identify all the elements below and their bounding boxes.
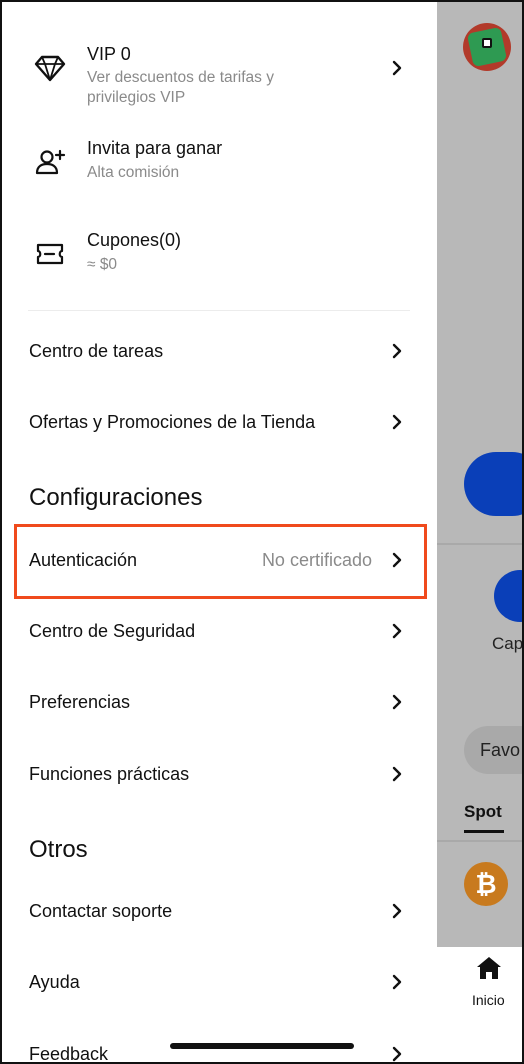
invite-subtitle: Alta comisión bbox=[87, 164, 180, 181]
settings-section-title: Configuraciones bbox=[29, 484, 203, 511]
home-icon[interactable] bbox=[476, 955, 502, 981]
invite-row[interactable]: Invita para ganar Alta comisión bbox=[0, 134, 437, 194]
preferences-row[interactable]: Preferencias bbox=[0, 672, 437, 732]
vip-row[interactable]: VIP 0 Ver descuentos de tarifas y privil… bbox=[0, 40, 437, 110]
avatar[interactable] bbox=[463, 23, 511, 71]
background-shortcut-icon bbox=[494, 570, 524, 622]
diamond-icon bbox=[34, 55, 66, 82]
tab-home-label[interactable]: Inicio bbox=[472, 992, 505, 1008]
favorites-chip: Favo bbox=[464, 726, 524, 774]
chevron-right-icon bbox=[392, 974, 402, 990]
chevron-right-icon bbox=[392, 903, 402, 919]
background-primary-button bbox=[464, 452, 524, 516]
tab-bar: Inicio bbox=[437, 947, 524, 1064]
add-user-icon bbox=[35, 149, 66, 175]
others-section-title: Otros bbox=[29, 836, 88, 863]
ticket-icon bbox=[36, 243, 64, 265]
coupons-row[interactable]: Cupones(0) ≈ $0 bbox=[0, 226, 437, 286]
task-center-row[interactable]: Centro de tareas bbox=[0, 321, 437, 381]
coupons-title: Cupones(0) bbox=[87, 230, 182, 250]
chevron-right-icon bbox=[392, 766, 402, 782]
home-indicator[interactable] bbox=[170, 1043, 354, 1049]
chevron-right-icon bbox=[392, 1046, 402, 1062]
preferences-label: Preferencias bbox=[29, 692, 131, 712]
store-offers-label: Ofertas y Promociones de la Tienda bbox=[29, 412, 316, 432]
contact-support-label: Contactar soporte bbox=[29, 901, 173, 921]
avatar-eye bbox=[482, 38, 492, 48]
spot-tab-underline bbox=[464, 830, 504, 833]
vip-title: VIP 0 bbox=[87, 44, 131, 64]
practical-functions-row[interactable]: Funciones prácticas bbox=[0, 744, 437, 804]
spot-tab: Spot bbox=[464, 802, 502, 821]
practical-functions-label: Funciones prácticas bbox=[29, 764, 190, 784]
chevron-right-icon bbox=[392, 60, 402, 76]
background-divider bbox=[437, 840, 524, 842]
security-center-row[interactable]: Centro de Seguridad bbox=[0, 601, 437, 661]
chevron-right-icon bbox=[392, 414, 402, 430]
bitcoin-icon: ₿ bbox=[464, 862, 508, 906]
divider bbox=[28, 310, 410, 311]
help-label: Ayuda bbox=[29, 972, 80, 992]
invite-title: Invita para ganar bbox=[87, 138, 223, 158]
security-center-label: Centro de Seguridad bbox=[29, 621, 196, 641]
chevron-right-icon bbox=[392, 343, 402, 359]
coupons-subtitle: ≈ $0 bbox=[87, 256, 118, 273]
side-drawer: VIP 0 Ver descuentos de tarifas y privil… bbox=[0, 0, 437, 1064]
highlight-box bbox=[14, 524, 427, 599]
background-shortcut-label: Cap bbox=[492, 634, 524, 653]
task-center-label: Centro de tareas bbox=[29, 341, 164, 361]
contact-support-row[interactable]: Contactar soporte bbox=[0, 881, 437, 941]
store-offers-row[interactable]: Ofertas y Promociones de la Tienda bbox=[0, 392, 437, 452]
feedback-label: Feedback bbox=[29, 1044, 109, 1064]
chevron-right-icon bbox=[392, 623, 402, 639]
help-row[interactable]: Ayuda bbox=[0, 952, 437, 1012]
background-divider bbox=[437, 543, 524, 545]
vip-subtitle: Ver descuentos de tarifas y privilegios … bbox=[87, 69, 274, 106]
chevron-right-icon bbox=[392, 694, 402, 710]
